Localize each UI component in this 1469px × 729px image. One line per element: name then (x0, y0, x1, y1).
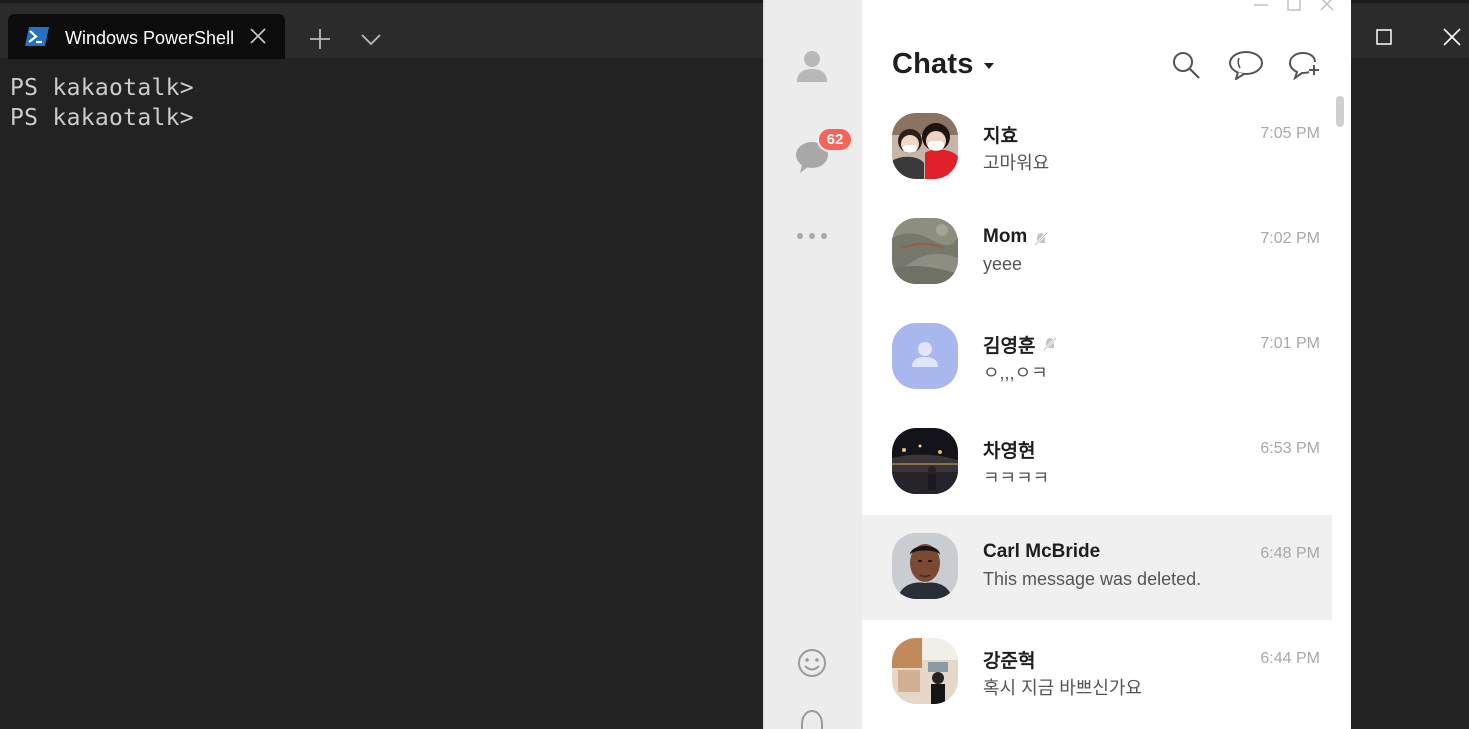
search-icon[interactable] (1171, 50, 1201, 80)
chat-time: 6:53 PM (1260, 440, 1320, 457)
open-chat-icon[interactable] (1227, 50, 1265, 80)
chat-list: 지효 고마워요 7:05 PM Mom yeee 7:02 PM 김영훈 ㅇ,,… (862, 95, 1332, 725)
chat-time: 7:01 PM (1260, 335, 1320, 352)
person-icon[interactable] (792, 46, 832, 86)
new-chat-icon[interactable] (1287, 50, 1321, 80)
avatar (892, 638, 958, 704)
chat-preview: yeee (983, 254, 1023, 274)
scrollbar[interactable] (1335, 95, 1345, 729)
tab-title: Windows PowerShell (65, 28, 235, 48)
chat-name: 지효 (983, 126, 1018, 147)
avatar (892, 533, 958, 599)
chat-list-item[interactable]: 김영훈 ㅇ,,,ㅇㅋ 7:01 PM (862, 305, 1332, 410)
chat-panel: Chats 지효 고마워요 7:05 PM Mom yeee 7:02 PM 김… (862, 0, 1352, 729)
window-close-icon[interactable] (1438, 23, 1466, 51)
chat-name: 차영현 (983, 441, 1036, 462)
chat-name: 강준혁 (983, 651, 1036, 672)
maximize-icon[interactable] (1370, 23, 1398, 51)
chat-time: 7:02 PM (1260, 230, 1320, 247)
avatar (892, 218, 958, 284)
powershell-icon (25, 27, 49, 46)
chevron-down-icon[interactable] (358, 27, 384, 51)
chat-preview: 혹시 지금 바쁘신가요 (983, 678, 1143, 698)
new-tab-icon[interactable] (306, 25, 334, 53)
muted-bell-icon (1043, 337, 1057, 351)
chat-preview: 고마워요 (983, 153, 1050, 173)
avatar (892, 428, 958, 494)
chat-name: Mom (983, 226, 1028, 247)
chat-preview: ㅇ,,,ㅇㅋ (983, 363, 1048, 383)
avatar (892, 113, 958, 179)
close-tab-icon[interactable] (247, 25, 269, 47)
unread-badge: 62 (817, 127, 853, 152)
chat-name: 김영훈 (983, 336, 1036, 357)
chat-list-item[interactable]: Carl McBride This message was deleted. 6… (862, 515, 1332, 620)
chat-preview: ㅋㅋㅋㅋ (983, 468, 1050, 488)
chat-time: 6:48 PM (1260, 545, 1320, 562)
bell-icon[interactable] (792, 706, 832, 729)
caret-down-icon[interactable] (984, 62, 994, 70)
avatar (892, 323, 958, 389)
chat-list-item[interactable]: 강준혁 혹시 지금 바쁘신가요 6:44 PM (862, 620, 1332, 725)
chat-list-item[interactable]: 차영현 ㅋㅋㅋㅋ 6:53 PM (862, 410, 1332, 515)
page-title[interactable]: Chats (892, 48, 974, 81)
scrollbar-thumb[interactable] (1336, 96, 1344, 127)
kakaotalk-window: 62 Chats 지효 고마워요 7:05 PM Mom yeee 7:02 P… (763, 0, 1351, 729)
chat-name: Carl McBride (983, 541, 1101, 562)
more-dots-icon[interactable] (792, 218, 832, 258)
chat-preview: This message was deleted. (983, 569, 1202, 589)
tab-powershell[interactable]: Windows PowerShell (8, 14, 285, 62)
chat-time: 6:44 PM (1260, 650, 1320, 667)
kakaotalk-sidebar: 62 (764, 0, 862, 729)
muted-bell-icon (1034, 232, 1048, 246)
chat-list-item[interactable]: Mom yeee 7:02 PM (862, 200, 1332, 305)
chat-time: 7:05 PM (1260, 125, 1320, 142)
emoticon-icon[interactable] (792, 644, 832, 684)
chat-list-item[interactable]: 지효 고마워요 7:05 PM (862, 95, 1332, 200)
